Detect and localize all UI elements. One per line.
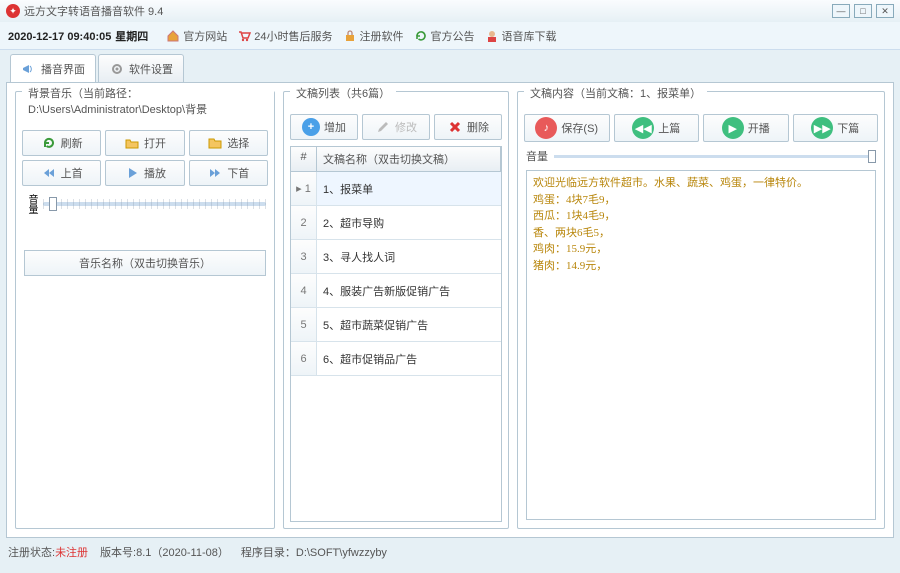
link-service[interactable]: 24小时售后服务 xyxy=(237,28,332,44)
play-icon xyxy=(124,165,140,181)
row-number: 3 xyxy=(291,240,317,273)
panel-background-music: 背景音乐（当前路径：D:\Users\Administrator\Desktop… xyxy=(15,91,275,529)
row-number: 6 xyxy=(291,342,317,375)
row-docname: 3、寻人找人词 xyxy=(317,249,501,265)
link-voice-download[interactable]: 语音库下载 xyxy=(485,28,557,44)
play-button[interactable]: 播放 xyxy=(105,160,184,186)
doc-grid-header: # 文稿名称（双击切换文稿） xyxy=(291,147,501,172)
link-official-site[interactable]: 官方网站 xyxy=(166,28,227,44)
refresh-button[interactable]: 刷新 xyxy=(22,130,101,156)
doc-content-text[interactable]: 欢迎光临远方软件超市。水果、蔬菜、鸡蛋，一律特价。 鸡蛋：4块7毛9， 西瓜：1… xyxy=(526,170,876,520)
add-button[interactable]: +增加 xyxy=(290,114,358,140)
table-row[interactable]: 66、超市促销品广告 xyxy=(291,342,501,376)
workarea: 背景音乐（当前路径：D:\Users\Administrator\Desktop… xyxy=(6,82,894,538)
content-volume-row: 音量 xyxy=(518,144,884,168)
pencil-icon xyxy=(375,119,391,135)
row-number: 5 xyxy=(291,308,317,341)
maximize-button[interactable]: □ xyxy=(854,4,872,18)
bgm-volume-row: 音量 xyxy=(16,188,274,220)
next-track-button[interactable]: 下首 xyxy=(189,160,268,186)
topbar: 2020-12-17 09:40:05 星期四 官方网站 24小时售后服务 注册… xyxy=(0,22,900,50)
register-status: 注册状态:未注册 xyxy=(8,544,88,560)
window-title: 远方文字转语音播音软件 9.4 xyxy=(24,3,828,19)
megaphone-icon xyxy=(21,61,37,77)
row-number: 4 xyxy=(291,274,317,307)
panel-content-title: 文稿内容（当前文稿：1、报菜单） xyxy=(524,83,707,103)
delete-icon xyxy=(447,119,463,135)
col-number[interactable]: # xyxy=(291,147,317,171)
doc-grid: # 文稿名称（双击切换文稿） ▸ 11、报菜单22、超市导购33、寻人找人词44… xyxy=(290,146,502,522)
panel-bgm-title: 背景音乐（当前路径：D:\Users\Administrator\Desktop… xyxy=(22,83,274,119)
panel-doc-content: 文稿内容（当前文稿：1、报菜单） ♪保存(S) ◀◀上篇 ▶开播 ▶▶下篇 音量… xyxy=(517,91,885,529)
rewind-icon: ◀◀ xyxy=(632,117,654,139)
next-doc-button[interactable]: ▶▶下篇 xyxy=(793,114,879,142)
avatar-icon xyxy=(485,29,499,43)
row-docname: 1、报菜单 xyxy=(317,181,501,197)
content-volume-slider[interactable] xyxy=(554,155,876,158)
select-button[interactable]: 选择 xyxy=(189,130,268,156)
bgm-volume-label: 音量 xyxy=(24,194,39,214)
panel-doclist-title: 文稿列表（共6篇） xyxy=(290,83,396,103)
version-label: 版本号:8.1（2020-11-08） xyxy=(100,544,229,560)
prev-track-button[interactable]: 上首 xyxy=(22,160,101,186)
table-row[interactable]: 33、寻人找人词 xyxy=(291,240,501,274)
tab-settings[interactable]: 软件设置 xyxy=(98,54,184,82)
row-docname: 5、超市蔬菜促销广告 xyxy=(317,317,501,333)
statusbar: 注册状态:未注册 版本号:8.1（2020-11-08） 程序目录：D:\SOF… xyxy=(0,542,900,562)
program-path-label: 程序目录：D:\SOFT\yfwzzyby xyxy=(241,544,387,560)
table-row[interactable]: 44、服装广告新版促销广告 xyxy=(291,274,501,308)
home-icon xyxy=(166,29,180,43)
row-number: ▸ 1 xyxy=(291,172,317,205)
edit-button[interactable]: 修改 xyxy=(362,114,430,140)
row-docname: 2、超市导购 xyxy=(317,215,501,231)
minimize-button[interactable]: — xyxy=(832,4,850,18)
open-button[interactable]: 打开 xyxy=(105,130,184,156)
folder-icon xyxy=(207,135,223,151)
tabbar: 播音界面 软件设置 xyxy=(0,50,900,82)
titlebar: ✦ 远方文字转语音播音软件 9.4 — □ ✕ xyxy=(0,0,900,22)
save-button[interactable]: ♪保存(S) xyxy=(524,114,610,142)
bgm-volume-slider[interactable] xyxy=(43,202,266,206)
start-broadcast-button[interactable]: ▶开播 xyxy=(703,114,789,142)
refresh-icon xyxy=(41,135,57,151)
delete-button[interactable]: 删除 xyxy=(434,114,502,140)
lock-icon xyxy=(343,29,357,43)
tab-settings-label: 软件设置 xyxy=(129,61,173,77)
close-button[interactable]: ✕ xyxy=(876,4,894,18)
forward-icon: ▶▶ xyxy=(811,117,833,139)
table-row[interactable]: 22、超市导购 xyxy=(291,206,501,240)
plus-icon: + xyxy=(302,118,320,136)
prev-doc-button[interactable]: ◀◀上篇 xyxy=(614,114,700,142)
link-announce[interactable]: 官方公告 xyxy=(414,28,475,44)
datetime-label: 2020-12-17 09:40:05 星期四 xyxy=(8,27,148,44)
prev-icon xyxy=(41,165,57,181)
row-docname: 6、超市促销品广告 xyxy=(317,351,501,367)
tab-broadcast-label: 播音界面 xyxy=(41,61,85,77)
refresh-icon xyxy=(414,29,428,43)
table-row[interactable]: 55、超市蔬菜促销广告 xyxy=(291,308,501,342)
play-icon: ▶ xyxy=(722,117,744,139)
music-name-box[interactable]: 音乐名称（双击切换音乐） xyxy=(24,250,266,276)
app-icon: ✦ xyxy=(6,4,20,18)
panel-doc-list: 文稿列表（共6篇） +增加 修改 删除 # 文稿名称（双击切换文稿） ▸ 11、… xyxy=(283,91,509,529)
link-register[interactable]: 注册软件 xyxy=(343,28,404,44)
cart-icon xyxy=(237,29,251,43)
row-number: 2 xyxy=(291,206,317,239)
table-row[interactable]: ▸ 11、报菜单 xyxy=(291,172,501,206)
music-note-icon: ♪ xyxy=(535,117,557,139)
next-icon xyxy=(207,165,223,181)
gear-icon xyxy=(109,61,125,77)
folder-open-icon xyxy=(124,135,140,151)
col-docname[interactable]: 文稿名称（双击切换文稿） xyxy=(317,147,501,171)
row-docname: 4、服装广告新版促销广告 xyxy=(317,283,501,299)
content-volume-label: 音量 xyxy=(526,148,548,164)
tab-broadcast[interactable]: 播音界面 xyxy=(10,54,96,82)
